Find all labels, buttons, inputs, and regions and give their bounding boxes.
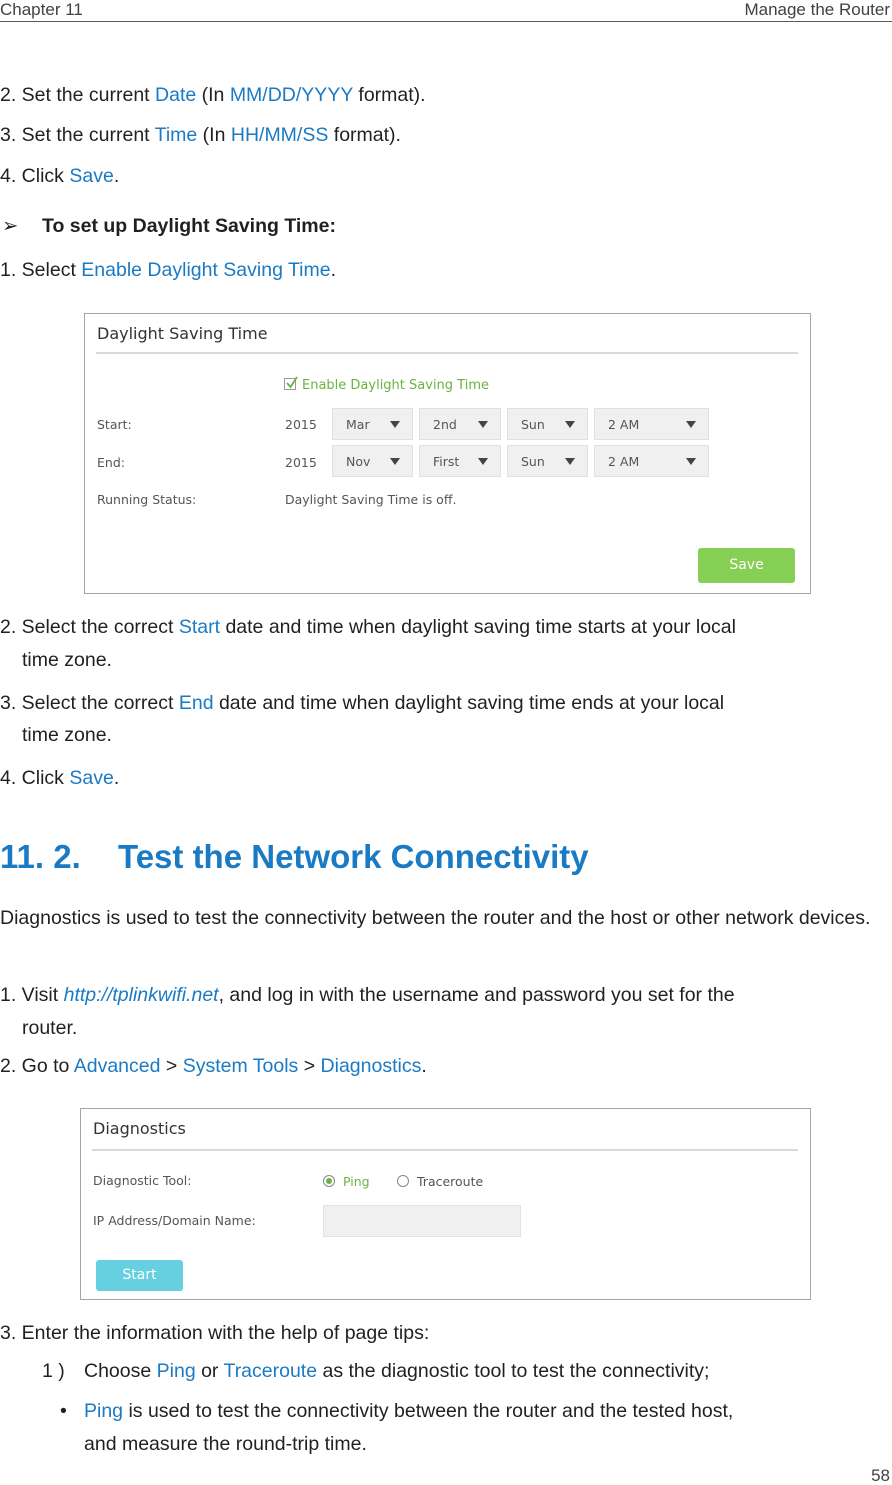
step-click-save-2: 4. Click Save. xyxy=(0,767,120,789)
step-select-end-cont: time zone. xyxy=(22,724,112,746)
panel-title: Diagnostics xyxy=(93,1119,186,1138)
radio-unselected-icon xyxy=(397,1175,409,1187)
step-set-date: 2. Set the current Date (In MM/DD/YYYY f… xyxy=(0,84,426,106)
section-number: 11. 2. xyxy=(0,838,81,875)
start-label: Start: xyxy=(97,417,132,432)
arrow-bullet-icon: ➢ xyxy=(2,215,19,237)
start-time-select[interactable]: 2 AM xyxy=(594,408,709,440)
dropdown-arrow-icon xyxy=(686,421,696,428)
bullet-ping-cont: and measure the round-trip time. xyxy=(84,1433,367,1455)
start-button[interactable]: Start xyxy=(96,1260,183,1291)
dst-heading: ➢ To set up Daylight Saving Time: xyxy=(2,211,336,241)
step-select-start: 2. Select the correct Start date and tim… xyxy=(0,616,736,638)
step-visit-url-cont: router. xyxy=(22,1017,78,1039)
page-header: Chapter 11 Manage the Router xyxy=(0,0,892,22)
ip-address-label: IP Address/Domain Name: xyxy=(93,1213,256,1228)
step-click-save: 4. Click Save. xyxy=(0,165,120,187)
bullet-icon: • xyxy=(60,1400,67,1422)
ip-address-input[interactable] xyxy=(323,1205,521,1237)
checkbox-checked-icon xyxy=(284,376,298,390)
save-button[interactable]: Save xyxy=(698,548,795,583)
start-day-select[interactable]: Sun xyxy=(507,408,588,440)
dropdown-arrow-icon xyxy=(390,458,400,465)
end-label: End: xyxy=(97,455,125,470)
radio-selected-icon xyxy=(323,1175,335,1187)
end-week-select[interactable]: First xyxy=(419,445,501,477)
end-year: 2015 xyxy=(285,455,317,470)
step-set-time: 3. Set the current Time (In HH/MM/SS for… xyxy=(0,124,401,146)
intro-paragraph: Diagnostics is used to test the connecti… xyxy=(0,907,871,929)
section-label: Manage the Router xyxy=(744,0,890,19)
start-week-select[interactable]: 2nd xyxy=(419,408,501,440)
page-number: 58 xyxy=(871,1466,890,1485)
running-status-value: Daylight Saving Time is off. xyxy=(285,492,457,507)
end-time-select[interactable]: 2 AM xyxy=(594,445,709,477)
date-link: Date xyxy=(155,84,197,106)
chapter-label: Chapter 11 xyxy=(0,0,83,19)
title-divider xyxy=(92,1149,798,1151)
step-select-start-cont: time zone. xyxy=(22,649,112,671)
enable-dst-checkbox[interactable]: Enable Daylight Saving Time xyxy=(284,376,489,393)
diagnostic-tool-label: Diagnostic Tool: xyxy=(93,1173,192,1188)
panel-title: Daylight Saving Time xyxy=(97,324,268,343)
enable-dst-label: Enable Daylight Saving Time xyxy=(302,378,489,393)
ping-radio[interactable]: Ping xyxy=(323,1174,370,1189)
start-month-select[interactable]: Mar xyxy=(332,408,413,440)
bullet-ping: • Ping is used to test the connectivity b… xyxy=(60,1396,733,1426)
save-link: Save xyxy=(69,165,114,187)
end-day-select[interactable]: Sun xyxy=(507,445,588,477)
step-enter-info: 3. Enter the information with the help o… xyxy=(0,1322,430,1344)
dropdown-arrow-icon xyxy=(565,421,575,428)
end-month-select[interactable]: Nov xyxy=(332,445,413,477)
substep-choose-tool: 1 ) Choose Ping or Traceroute as the diag… xyxy=(42,1360,710,1382)
step-go-to: 2. Go to Advanced > System Tools > Diagn… xyxy=(0,1055,427,1077)
step-select-enable: 1. Select Enable Daylight Saving Time. xyxy=(0,259,337,281)
traceroute-radio[interactable]: Traceroute xyxy=(397,1174,483,1189)
step-select-end: 3. Select the correct End date and time … xyxy=(0,692,725,714)
running-status-label: Running Status: xyxy=(97,492,197,507)
dropdown-arrow-icon xyxy=(478,421,488,428)
dst-screenshot-panel: Daylight Saving Time Enable Daylight Sav… xyxy=(84,313,811,594)
dropdown-arrow-icon xyxy=(478,458,488,465)
start-year: 2015 xyxy=(285,417,317,432)
section-title: Test the Network Connectivity xyxy=(118,838,589,875)
section-heading: 11. 2. Test the Network Connectivity xyxy=(0,838,589,876)
dropdown-arrow-icon xyxy=(390,421,400,428)
tplinkwifi-link[interactable]: http://tplinkwifi.net xyxy=(64,984,219,1006)
dropdown-arrow-icon xyxy=(565,458,575,465)
step-visit-url: 1. Visit http://tplinkwifi.net, and log … xyxy=(0,984,735,1006)
diagnostics-screenshot-panel: Diagnostics Diagnostic Tool: Ping Tracer… xyxy=(80,1108,811,1300)
dropdown-arrow-icon xyxy=(686,458,696,465)
title-divider xyxy=(96,352,798,354)
time-link: Time xyxy=(154,124,198,146)
